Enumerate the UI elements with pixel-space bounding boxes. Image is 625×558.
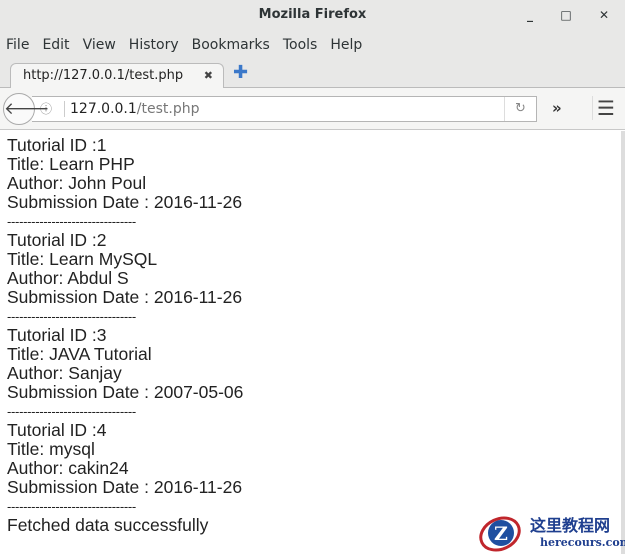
tutorial-author: Author: cakin24 bbox=[7, 458, 129, 478]
watermark-logo: Z 这里教程网 herecours.com bbox=[478, 512, 625, 554]
back-button[interactable]: 🡐 bbox=[3, 93, 50, 125]
tutorial-id: Tutorial ID :4 bbox=[7, 420, 107, 440]
window-title: Mozilla Firefox bbox=[258, 7, 367, 22]
tutorial-id: Tutorial ID :2 bbox=[7, 230, 107, 250]
tutorial-author: Author: Sanjay bbox=[7, 363, 122, 383]
menu-tools[interactable]: Tools bbox=[283, 37, 318, 53]
menu-file[interactable]: File bbox=[6, 37, 29, 53]
menu-edit[interactable]: Edit bbox=[42, 37, 69, 53]
tutorial-title: Title: JAVA Tutorial bbox=[7, 344, 152, 364]
menu-history[interactable]: History bbox=[129, 37, 179, 53]
close-window-button[interactable]: ✕ bbox=[594, 0, 614, 30]
menu-bar: File Edit View History Bookmarks Tools H… bbox=[0, 30, 625, 60]
menu-view[interactable]: View bbox=[83, 37, 116, 53]
submission-date: Submission Date : 2007-05-06 bbox=[7, 382, 244, 402]
tab-test-php[interactable]: http://127.0.0.1/test.php ✖ bbox=[10, 63, 224, 89]
title-bar: Mozilla Firefox _ □ ✕ bbox=[0, 0, 625, 30]
url-path: /test.php bbox=[136, 101, 200, 117]
tutorial-title: Title: Learn PHP bbox=[7, 154, 135, 174]
page-content: Tutorial ID :1 Title: Learn PHP Author: … bbox=[0, 130, 625, 535]
minimize-button[interactable]: _ bbox=[520, 0, 540, 30]
separator: -------------------------------- bbox=[7, 214, 136, 229]
record-1: Tutorial ID :1 Title: Learn PHP Author: … bbox=[7, 136, 625, 231]
svg-text:这里教程网: 这里教程网 bbox=[530, 516, 610, 535]
record-3: Tutorial ID :3 Title: JAVA Tutorial Auth… bbox=[7, 326, 625, 421]
tutorial-title: Title: mysql bbox=[7, 439, 95, 459]
separator: -------------------------------- bbox=[7, 404, 136, 419]
submission-date: Submission Date : 2016-11-26 bbox=[7, 287, 243, 307]
nav-bar: ⓘ 127.0.0.1/test.php ↻ 🡐 » ☰ bbox=[0, 88, 625, 130]
submission-date: Submission Date : 2016-11-26 bbox=[7, 477, 243, 497]
url-bar[interactable]: ⓘ 127.0.0.1/test.php ↻ bbox=[32, 96, 537, 122]
tutorial-id: Tutorial ID :3 bbox=[7, 325, 107, 345]
close-tab-icon[interactable]: ✖ bbox=[204, 64, 213, 88]
svg-text:herecours.com: herecours.com bbox=[540, 536, 625, 549]
url-host: 127.0.0.1 bbox=[70, 101, 137, 117]
record-4: Tutorial ID :4 Title: mysql Author: caki… bbox=[7, 421, 625, 516]
tutorial-author: Author: John Poul bbox=[7, 173, 147, 193]
tutorial-title: Title: Learn MySQL bbox=[7, 249, 158, 269]
reload-icon[interactable]: ↻ bbox=[504, 97, 536, 121]
svg-text:Z: Z bbox=[494, 523, 508, 545]
overflow-icon[interactable]: » bbox=[552, 99, 562, 117]
separator: -------------------------------- bbox=[7, 309, 136, 324]
new-tab-icon[interactable]: ✚ bbox=[233, 62, 248, 83]
record-2: Tutorial ID :2 Title: Learn MySQL Author… bbox=[7, 231, 625, 326]
menu-help[interactable]: Help bbox=[330, 37, 362, 53]
maximize-button[interactable]: □ bbox=[556, 0, 576, 30]
submission-date: Submission Date : 2016-11-26 bbox=[7, 192, 243, 212]
tab-bar: http://127.0.0.1/test.php ✖ ✚ bbox=[0, 60, 625, 89]
tutorial-id: Tutorial ID :1 bbox=[7, 135, 107, 155]
url-text[interactable]: 127.0.0.1/test.php bbox=[64, 101, 200, 117]
tutorial-author: Author: Abdul S bbox=[7, 268, 129, 288]
menu-bookmarks[interactable]: Bookmarks bbox=[192, 37, 270, 53]
scrollbar[interactable] bbox=[621, 131, 625, 554]
tab-title: http://127.0.0.1/test.php bbox=[23, 68, 184, 83]
hamburger-menu-icon[interactable]: ☰ bbox=[592, 96, 615, 120]
